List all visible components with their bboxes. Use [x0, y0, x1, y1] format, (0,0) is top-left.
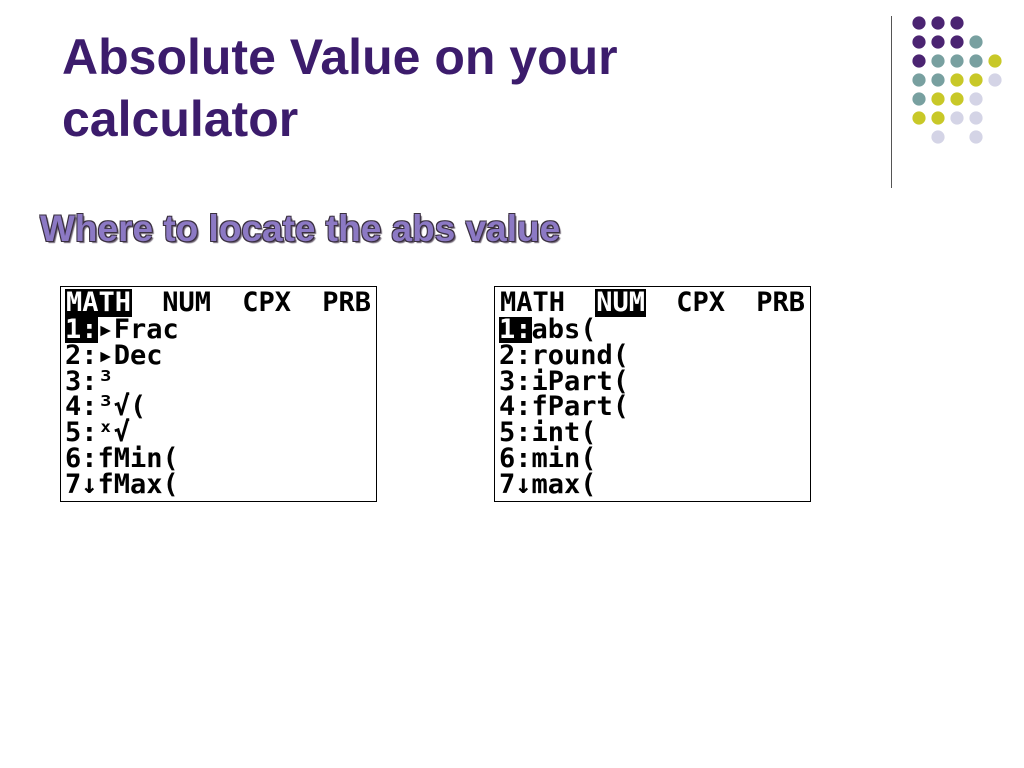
slide-title: Absolute Value on your calculator — [62, 26, 842, 150]
menu-item-key: 2: — [499, 339, 532, 371]
menu-tab-num: NUM — [595, 287, 647, 318]
decorative-dot — [969, 92, 983, 106]
decorative-dot — [912, 73, 926, 87]
decorative-dot — [969, 35, 983, 49]
decorative-dot — [931, 111, 945, 125]
decorative-dot — [931, 73, 945, 87]
slide-title-line-2: calculator — [62, 91, 299, 147]
menu-tab-math: MATH — [500, 287, 566, 318]
menu-tab-bar: MATH NUM CPX PRB — [499, 287, 806, 317]
decorative-dot — [969, 73, 983, 87]
decorative-dot — [931, 130, 945, 144]
decorative-dot — [912, 54, 926, 68]
slide-title-line-1: Absolute Value on your — [62, 29, 618, 85]
decorative-dot — [950, 35, 964, 49]
decorative-dot — [931, 92, 945, 106]
calculator-screen-math-menu: MATH NUM CPX PRB 1:▸Frac 2:▸Dec 3:³ 4:³√… — [60, 286, 377, 502]
decorative-dot — [950, 54, 964, 68]
menu-item: 7↓max( — [499, 468, 806, 500]
menu-item-key: 7 — [65, 468, 82, 500]
decorative-dot — [950, 111, 964, 125]
decorative-dot — [988, 54, 1002, 68]
decorative-dot — [950, 92, 964, 106]
menu-tab-bar: MATH NUM CPX PRB — [65, 287, 372, 317]
title-divider-line — [891, 16, 892, 188]
menu-item-label: fMax( — [97, 468, 179, 500]
menu-tab-prb: PRB — [756, 287, 805, 318]
decorative-dot — [950, 73, 964, 87]
decorative-dot — [950, 16, 964, 30]
menu-tab-cpx: CPX — [676, 287, 725, 318]
menu-tab-math: MATH — [65, 287, 133, 318]
menu-tab-cpx: CPX — [242, 287, 291, 318]
decorative-dot — [969, 111, 983, 125]
decorative-dot — [988, 73, 1002, 87]
decorative-dot — [912, 111, 926, 125]
decorative-dot — [931, 54, 945, 68]
decorative-dot — [931, 16, 945, 30]
menu-tab-num: NUM — [162, 287, 212, 318]
menu-item-key: 2: — [65, 339, 98, 371]
decorative-dot — [912, 35, 926, 49]
decorative-dot — [912, 92, 926, 106]
decorative-dot — [969, 130, 983, 144]
decorative-dot — [969, 54, 983, 68]
decorative-dot — [931, 35, 945, 49]
menu-item-label: max( — [531, 468, 597, 500]
menu-item-key: 7 — [499, 468, 516, 500]
decorative-dot — [912, 16, 926, 30]
menu-item: 7↓fMax( — [65, 468, 372, 500]
menu-item-scroll-arrow: ↓ — [515, 468, 532, 500]
calculator-screen-num-menu: MATH NUM CPX PRB 1:abs( 2:round( 3:iPart… — [494, 286, 811, 502]
menu-tab-prb: PRB — [322, 287, 371, 318]
slide-subtitle: Where to locate the abs value — [40, 208, 561, 249]
menu-item-scroll-arrow: ↓ — [81, 468, 98, 500]
